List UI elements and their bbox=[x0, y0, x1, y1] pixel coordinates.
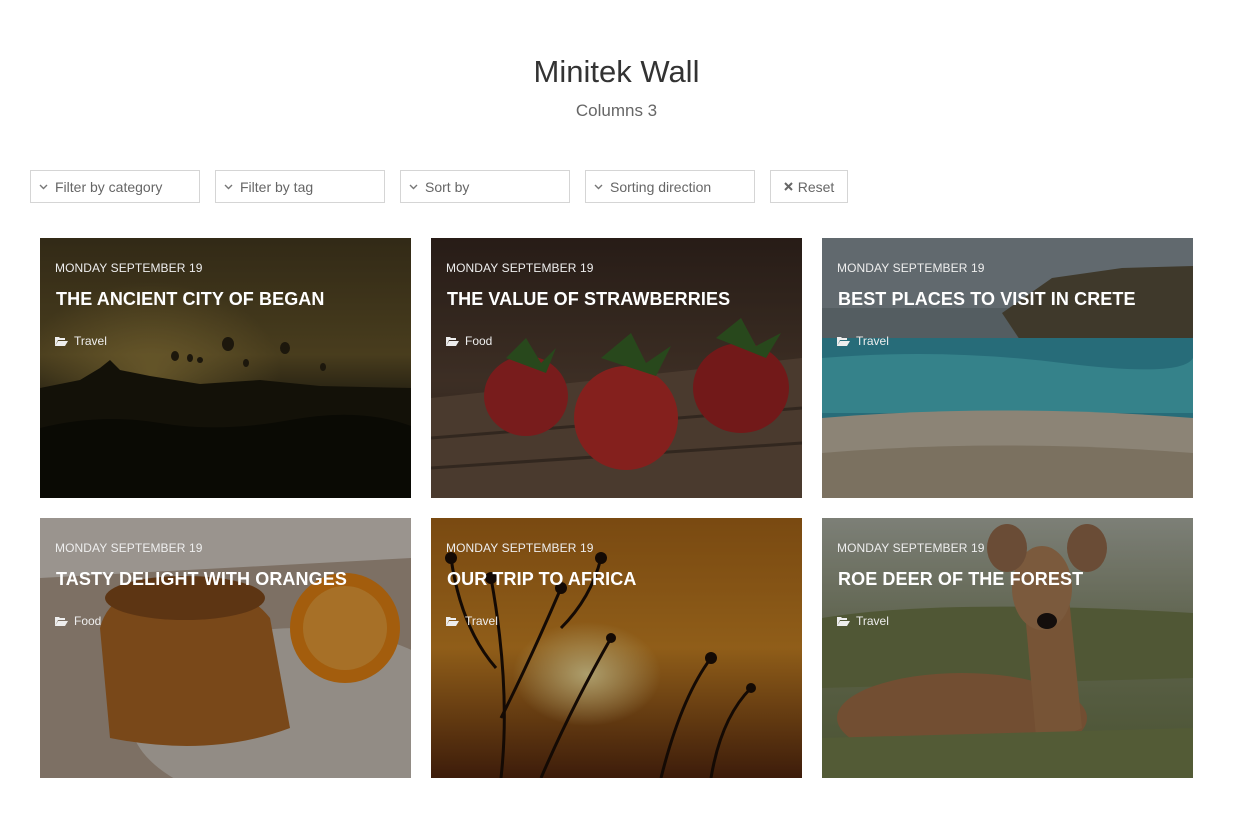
card-overlay bbox=[431, 518, 802, 778]
card-item[interactable]: MONDAY SEPTEMBER 19 THE ANCIENT CITY OF … bbox=[40, 238, 411, 498]
card-category[interactable]: Travel bbox=[55, 334, 107, 348]
folder-open-icon bbox=[837, 616, 850, 626]
card-category-label: Travel bbox=[856, 334, 889, 348]
folder-open-icon bbox=[446, 616, 459, 626]
card-title[interactable]: OUR TRIP TO AFRICA bbox=[447, 569, 636, 590]
card-item[interactable]: MONDAY SEPTEMBER 19 TASTY DELIGHT WITH O… bbox=[40, 518, 411, 778]
card-item[interactable]: MONDAY SEPTEMBER 19 BEST PLACES TO VISIT… bbox=[822, 238, 1193, 498]
filter-tag-dropdown[interactable]: Filter by tag bbox=[215, 170, 385, 203]
card-category[interactable]: Travel bbox=[446, 614, 498, 628]
card-overlay bbox=[40, 518, 411, 778]
card-title[interactable]: THE VALUE OF STRAWBERRIES bbox=[447, 289, 730, 310]
sorting-direction-label: Sorting direction bbox=[610, 178, 712, 195]
card-item[interactable]: MONDAY SEPTEMBER 19 ROE DEER OF THE FORE… bbox=[822, 518, 1193, 778]
reset-button[interactable]: Reset bbox=[770, 170, 848, 203]
card-overlay bbox=[40, 238, 411, 498]
card-date: MONDAY SEPTEMBER 19 bbox=[446, 261, 594, 275]
sort-by-dropdown[interactable]: Sort by bbox=[400, 170, 570, 203]
card-overlay bbox=[822, 518, 1193, 778]
folder-open-icon bbox=[55, 336, 68, 346]
card-category[interactable]: Travel bbox=[837, 614, 889, 628]
reset-label: Reset bbox=[797, 178, 835, 195]
card-category[interactable]: Food bbox=[446, 334, 492, 348]
card-date: MONDAY SEPTEMBER 19 bbox=[446, 541, 594, 555]
card-date: MONDAY SEPTEMBER 19 bbox=[837, 541, 985, 555]
filter-category-label: Filter by category bbox=[55, 178, 163, 195]
card-overlay bbox=[431, 238, 802, 498]
card-date: MONDAY SEPTEMBER 19 bbox=[837, 261, 985, 275]
chevron-down-icon bbox=[401, 184, 425, 190]
card-date: MONDAY SEPTEMBER 19 bbox=[55, 261, 203, 275]
folder-open-icon bbox=[837, 336, 850, 346]
card-category-label: Food bbox=[74, 614, 102, 628]
filter-category-dropdown[interactable]: Filter by category bbox=[30, 170, 200, 203]
card-item[interactable]: MONDAY SEPTEMBER 19 OUR TRIP TO AFRICA T… bbox=[431, 518, 802, 778]
card-item[interactable]: MONDAY SEPTEMBER 19 THE VALUE OF STRAWBE… bbox=[431, 238, 802, 498]
card-category-label: Food bbox=[465, 334, 493, 348]
chevron-down-icon bbox=[31, 184, 55, 190]
card-date: MONDAY SEPTEMBER 19 bbox=[55, 541, 203, 555]
card-category-label: Travel bbox=[856, 614, 889, 628]
sorting-direction-dropdown[interactable]: Sorting direction bbox=[585, 170, 755, 203]
filter-tag-label: Filter by tag bbox=[240, 178, 314, 195]
sort-by-label: Sort by bbox=[425, 178, 470, 195]
card-category[interactable]: Food bbox=[55, 614, 101, 628]
card-title[interactable]: ROE DEER OF THE FOREST bbox=[838, 569, 1083, 590]
card-title[interactable]: THE ANCIENT CITY OF BEGAN bbox=[56, 289, 325, 310]
card-category-label: Travel bbox=[465, 614, 498, 628]
card-title[interactable]: TASTY DELIGHT WITH ORANGES bbox=[56, 569, 347, 590]
card-category-label: Travel bbox=[74, 334, 107, 348]
card-overlay bbox=[822, 238, 1193, 498]
card-category[interactable]: Travel bbox=[837, 334, 889, 348]
page-subtitle: Columns 3 bbox=[575, 101, 658, 120]
chevron-down-icon bbox=[216, 184, 240, 190]
chevron-down-icon bbox=[586, 184, 610, 190]
close-icon bbox=[783, 182, 793, 191]
page-title: Minitek Wall bbox=[533, 54, 700, 89]
folder-open-icon bbox=[55, 616, 68, 626]
folder-open-icon bbox=[446, 336, 459, 346]
card-title[interactable]: BEST PLACES TO VISIT IN CRETE bbox=[838, 289, 1136, 310]
